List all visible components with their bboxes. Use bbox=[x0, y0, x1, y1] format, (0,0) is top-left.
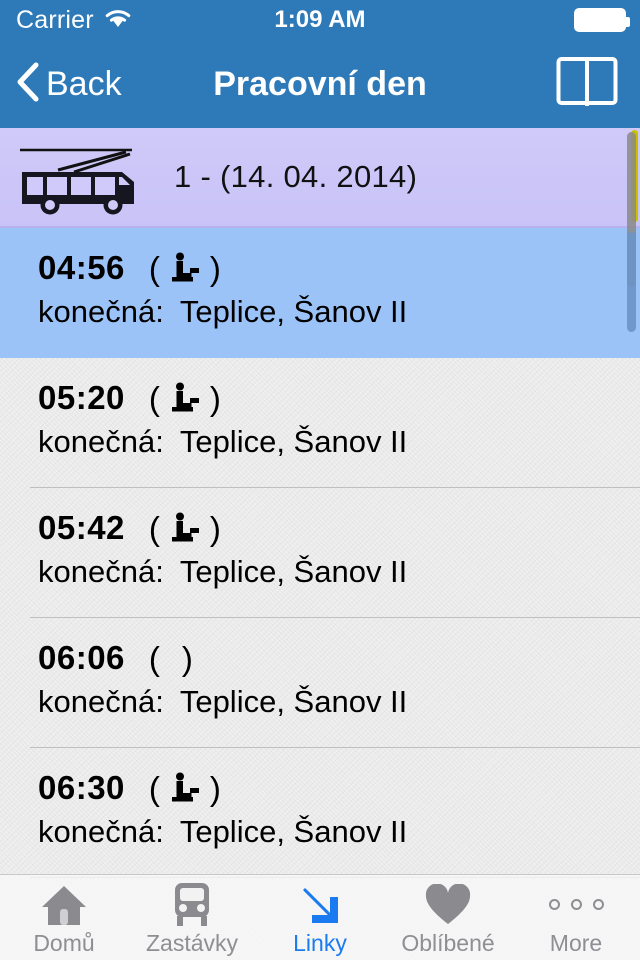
departure-row-secondary: konečná: Teplice, Šanov II bbox=[0, 546, 640, 590]
status-bar-right bbox=[429, 8, 640, 32]
wifi-icon bbox=[103, 7, 133, 34]
departure-time: 04:56 bbox=[38, 249, 125, 286]
heart-icon bbox=[424, 883, 472, 927]
status-bar-left: Carrier bbox=[0, 6, 211, 35]
paren-close: ) bbox=[181, 639, 193, 677]
arrow-down-right-icon bbox=[298, 883, 342, 927]
wheelchair-accessible-icon bbox=[160, 511, 210, 545]
tab-label: Linky bbox=[293, 929, 347, 956]
departure-row-secondary: konečná: Teplice, Šanov II bbox=[0, 676, 640, 720]
destination-value: Teplice, Šanov II bbox=[179, 294, 408, 329]
paren-close: ) bbox=[209, 769, 221, 807]
paren-close: ) bbox=[209, 509, 221, 547]
departure-row[interactable]: 06:06 () konečná: Teplice, Šanov II bbox=[0, 618, 640, 748]
tab-label: Oblíbené bbox=[401, 929, 495, 956]
home-icon bbox=[40, 883, 88, 927]
back-button[interactable]: Back bbox=[0, 60, 250, 109]
paren-close: ) bbox=[209, 249, 221, 287]
wheelchair-accessible-icon bbox=[160, 771, 210, 805]
paren-open: ( bbox=[148, 769, 160, 807]
tab-dom-[interactable]: Domů bbox=[0, 875, 128, 960]
departure-row[interactable]: 06:30 () konečná: Teplice, Šanov II bbox=[0, 748, 640, 878]
status-bar-clock: 1:09 AM bbox=[274, 6, 366, 33]
departure-list[interactable]: 04:56() konečná: Teplice, Šanov II 05:20() k… bbox=[0, 228, 640, 960]
tab-zast-vky[interactable]: Zastávky bbox=[128, 875, 256, 960]
open-book-button[interactable] bbox=[556, 56, 640, 113]
destination-value: Teplice, Šanov II bbox=[179, 424, 408, 459]
chevron-left-icon bbox=[14, 60, 40, 109]
departure-flags: () bbox=[149, 771, 221, 805]
destination-value: Teplice, Šanov II bbox=[179, 814, 408, 849]
tab-obl-ben-[interactable]: Oblíbené bbox=[384, 875, 512, 960]
trolleybus-icon bbox=[14, 138, 164, 216]
tab-bar: Domů Zastávky Linky Oblíbené More bbox=[0, 874, 640, 960]
app-root: Carrier 1:09 AM Back Pracovní den 1 - (1… bbox=[0, 0, 640, 960]
departure-time: 05:42 bbox=[38, 509, 125, 546]
paren-open: ( bbox=[148, 639, 160, 677]
accessibility-flag-empty bbox=[160, 641, 182, 675]
destination-value: Teplice, Šanov II bbox=[179, 684, 408, 719]
departure-flags: () bbox=[149, 251, 221, 285]
departure-row-primary: 04:56 () bbox=[0, 228, 640, 286]
status-bar: Carrier 1:09 AM bbox=[0, 0, 640, 40]
destination-label: konečná: bbox=[38, 814, 164, 849]
tab-more[interactable]: More bbox=[512, 875, 640, 960]
battery-full-icon bbox=[573, 8, 630, 32]
paren-open: ( bbox=[148, 249, 160, 287]
departure-time: 06:30 bbox=[38, 769, 125, 806]
wheelchair-accessible-icon bbox=[160, 251, 210, 285]
departure-row[interactable]: 04:56 () konečná: Teplice, Šanov II bbox=[0, 228, 640, 358]
paren-open: ( bbox=[148, 509, 160, 547]
destination-label: konečná: bbox=[38, 554, 164, 589]
destination-label: konečná: bbox=[38, 684, 164, 719]
departure-flags: () bbox=[149, 511, 221, 545]
departure-time: 05:20 bbox=[38, 379, 125, 416]
route-header-label: 1 - (14. 04. 2014) bbox=[174, 159, 418, 194]
destination-label: konečná: bbox=[38, 294, 164, 329]
route-header: 1 - (14. 04. 2014) bbox=[0, 128, 640, 228]
departure-row[interactable]: 05:20 () konečná: Teplice, Šanov II bbox=[0, 358, 640, 488]
departure-row-primary: 05:42 () bbox=[0, 488, 640, 546]
carrier-label: Carrier bbox=[16, 5, 94, 34]
bus-stop-icon bbox=[170, 882, 214, 927]
departure-row-primary: 06:06 () bbox=[0, 618, 640, 676]
departure-row-primary: 05:20 () bbox=[0, 358, 640, 416]
back-button-label: Back bbox=[46, 64, 122, 103]
departure-row[interactable]: 05:42 () konečná: Teplice, Šanov II bbox=[0, 488, 640, 618]
departure-flags: () bbox=[149, 641, 193, 675]
paren-open: ( bbox=[148, 379, 160, 417]
tab-linky[interactable]: Linky bbox=[256, 875, 384, 960]
wheelchair-accessible-icon bbox=[160, 381, 210, 415]
paren-close: ) bbox=[209, 379, 221, 417]
scroll-indicator-thumb-secondary[interactable] bbox=[627, 232, 636, 332]
tab-label: Zastávky bbox=[145, 929, 239, 956]
departure-row-primary: 06:30 () bbox=[0, 748, 640, 806]
ellipsis-icon bbox=[548, 883, 604, 927]
destination-value: Teplice, Šanov II bbox=[179, 554, 408, 589]
departure-row-secondary: konečná: Teplice, Šanov II bbox=[0, 416, 640, 460]
departure-flags: () bbox=[149, 381, 221, 415]
navigation-bar: Back Pracovní den bbox=[0, 40, 640, 168]
destination-label: konečná: bbox=[38, 424, 164, 459]
departure-time: 06:06 bbox=[38, 639, 125, 676]
departure-row-secondary: konečná: Teplice, Šanov II bbox=[0, 286, 640, 330]
departure-row-secondary: konečná: Teplice, Šanov II bbox=[0, 806, 640, 850]
tab-label: Domů bbox=[33, 929, 95, 956]
tab-label: More bbox=[549, 929, 603, 956]
open-book-icon bbox=[556, 56, 618, 113]
